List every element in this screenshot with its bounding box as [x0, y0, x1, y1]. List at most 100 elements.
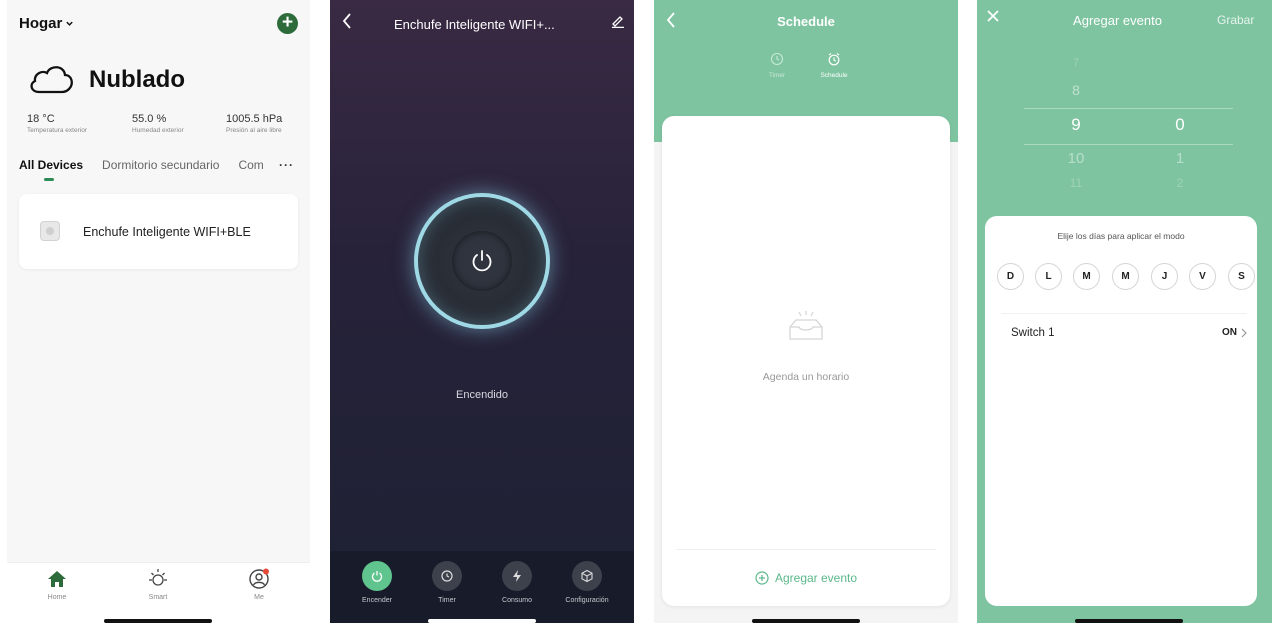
picker-divider — [1024, 144, 1233, 145]
cube-icon — [581, 569, 593, 583]
home-selector[interactable]: Hogar — [19, 15, 74, 32]
stat-label: Presión al aire libre — [226, 127, 282, 134]
stat-humidity: 55.0 % Humedad exterior — [132, 113, 184, 134]
tab-label: Schedule — [820, 72, 848, 79]
nav-smart[interactable]: Smart — [128, 569, 188, 601]
home-icon — [27, 569, 87, 589]
day-toggle-monday[interactable]: L — [1035, 263, 1062, 290]
day-toggle-saturday[interactable]: S — [1228, 263, 1255, 290]
chevron-left-icon — [342, 13, 351, 29]
tab-dormitorio[interactable]: Dormitorio secundario — [102, 158, 219, 172]
stat-label: Temperatura exterior — [27, 127, 87, 134]
switch-value: ON — [1222, 327, 1247, 338]
day-toggle-sunday[interactable]: D — [997, 263, 1024, 290]
encender-button[interactable]: Encender — [342, 561, 412, 604]
plug-icon — [40, 221, 60, 241]
nav-home[interactable]: Home — [27, 569, 87, 601]
timer-icon — [441, 570, 453, 582]
home-indicator — [1075, 619, 1183, 623]
home-indicator — [752, 619, 860, 623]
tab-com[interactable]: Com — [238, 158, 276, 172]
power-ring — [414, 193, 550, 329]
power-button[interactable] — [452, 231, 512, 291]
device-status: Encendido — [456, 389, 508, 401]
clock-icon — [770, 52, 784, 66]
chevron-right-icon — [1241, 328, 1247, 337]
add-event-button[interactable]: Agregar evento — [662, 571, 950, 585]
weather-condition: Nublado — [89, 66, 185, 93]
days-title: Elije los días para aplicar el modo — [1057, 231, 1185, 241]
add-event-screen: Agregar evento Grabar 7 8 9 0 10 1 11 2 … — [977, 0, 1272, 623]
stat-value: 55.0 % — [132, 113, 167, 125]
consumo-button[interactable]: Consumo — [482, 561, 552, 604]
switch-row[interactable]: Switch 1 ON — [1001, 313, 1247, 353]
alarm-icon — [828, 53, 840, 66]
device-name: Enchufe Inteligente WIFI+BLE — [83, 225, 251, 239]
configuracion-button[interactable]: Configuración — [552, 561, 622, 604]
sun-icon — [128, 569, 188, 589]
power-icon — [472, 250, 492, 272]
cloud-icon — [27, 62, 77, 96]
tab-all-devices[interactable]: All Devices — [19, 158, 83, 181]
empty-inbox-icon — [786, 309, 826, 343]
more-tabs-button[interactable]: ··· — [279, 158, 294, 172]
home-indicator — [428, 619, 536, 623]
home-screen: Hogar + Nublado 18 °C Temperatura exteri… — [7, 0, 310, 623]
bottom-nav: Home Smart Me — [7, 562, 310, 623]
day-toggle-thursday[interactable]: J — [1151, 263, 1178, 290]
button-label: Timer — [438, 597, 456, 604]
empty-state-text: Agenda un horario — [762, 371, 850, 383]
hour-selected: 9 — [1071, 115, 1081, 134]
device-screen: Enchufe Inteligente WIFI+... Encendido E… — [330, 0, 634, 623]
minute-option: 2 — [1176, 176, 1184, 190]
switch-state: ON — [1222, 327, 1237, 338]
divider — [676, 549, 936, 550]
power-icon — [371, 571, 383, 582]
hour-option: 7 — [1072, 57, 1080, 69]
nav-label: Me — [254, 594, 264, 601]
pencil-icon — [612, 16, 624, 28]
schedule-card: Agenda un horario Agregar evento — [662, 116, 950, 606]
timer-button[interactable]: Timer — [412, 561, 482, 604]
minute-selected: 0 — [1175, 115, 1185, 134]
tab-timer[interactable]: Timer — [752, 52, 802, 79]
stat-label: Humedad exterior — [132, 127, 184, 134]
schedule-title: Schedule — [777, 14, 835, 29]
home-indicator — [104, 619, 212, 623]
device-title: Enchufe Inteligente WIFI+... — [394, 17, 555, 32]
chevron-down-icon — [66, 21, 74, 26]
nav-me[interactable]: Me — [229, 568, 289, 601]
plus-circle-icon — [755, 571, 769, 585]
stat-pressure: 1005.5 hPa Presión al aire libre — [226, 113, 282, 134]
button-label: Consumo — [502, 597, 532, 604]
tab-schedule[interactable]: Schedule — [809, 52, 859, 79]
add-event-label: Agregar evento — [774, 571, 858, 585]
bolt-icon — [513, 570, 521, 582]
nav-label: Home — [47, 594, 67, 601]
schedule-screen: Schedule Timer Schedule Agenda un horari… — [654, 0, 958, 623]
add-event-title: Agregar evento — [1073, 13, 1162, 28]
button-label: Configuración — [565, 597, 609, 604]
home-title: Hogar — [19, 15, 63, 32]
day-toggle-wednesday[interactable]: M — [1112, 263, 1139, 290]
stat-value: 1005.5 hPa — [226, 113, 283, 125]
room-tabs: All Devices Dormitorio secundario Com ··… — [19, 158, 309, 181]
device-card[interactable]: Enchufe Inteligente WIFI+BLE — [19, 194, 298, 269]
user-icon — [229, 568, 289, 589]
stat-temperature: 18 °C Temperatura exterior — [27, 113, 87, 134]
save-button[interactable]: Grabar — [1217, 13, 1254, 27]
event-options-sheet: Elije los días para aplicar el modo D L … — [985, 216, 1257, 606]
add-device-button[interactable]: + — [277, 13, 298, 34]
tab-label: Timer — [768, 72, 786, 79]
back-button[interactable] — [342, 13, 352, 29]
day-toggle-friday[interactable]: V — [1189, 263, 1216, 290]
edit-button[interactable] — [611, 14, 625, 28]
button-label: Encender — [362, 597, 392, 604]
hour-option: 8 — [1072, 82, 1080, 98]
switch-label: Switch 1 — [1011, 327, 1055, 339]
stat-value: 18 °C — [27, 113, 55, 125]
hour-option: 11 — [1069, 176, 1083, 190]
day-toggle-tuesday[interactable]: M — [1073, 263, 1100, 290]
nav-label: Smart — [148, 594, 168, 601]
device-bottom-bar: Encender Timer Consumo Configuración — [330, 551, 634, 623]
